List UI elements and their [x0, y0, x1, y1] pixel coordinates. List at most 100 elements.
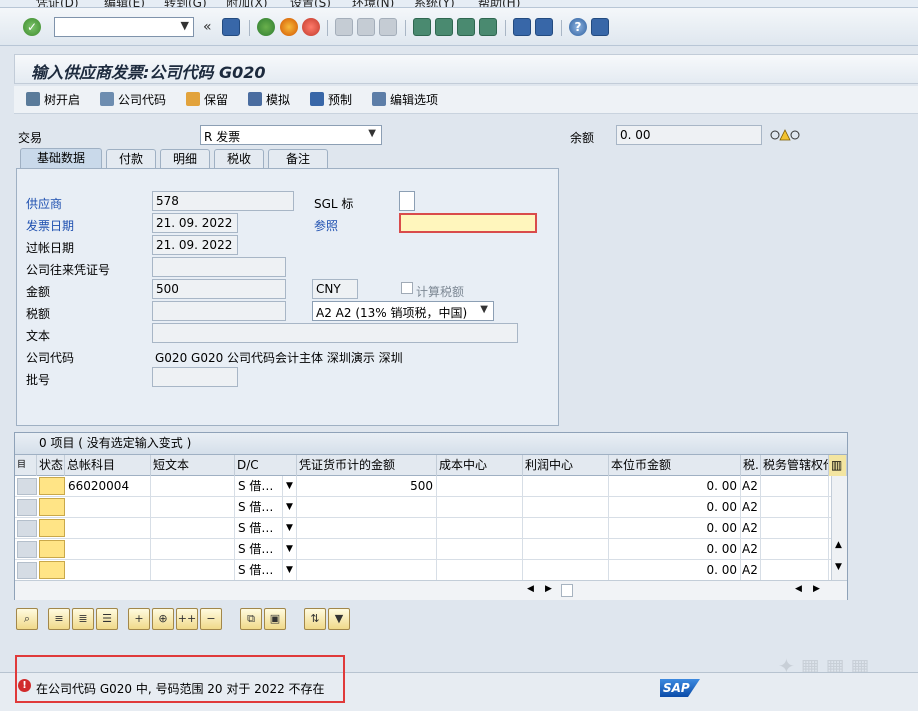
profit-center-cell[interactable]	[523, 476, 609, 497]
gl-account-cell[interactable]	[65, 518, 151, 539]
gl-account-cell[interactable]: 66020004	[65, 476, 151, 497]
batch-field[interactable]	[152, 367, 238, 387]
scroll-right-icon[interactable]: ▶	[813, 584, 820, 594]
dc-cell[interactable]: S 借…	[235, 560, 283, 581]
find-next-icon[interactable]	[379, 18, 397, 36]
insert-row-icon[interactable]: +	[128, 608, 150, 630]
short-text-cell[interactable]	[151, 476, 235, 497]
next-page-icon[interactable]	[457, 18, 475, 36]
status-cell[interactable]	[39, 519, 65, 537]
col-status[interactable]: 状态	[37, 455, 65, 476]
currency-field[interactable]: CNY	[312, 279, 358, 299]
row-selector[interactable]	[17, 478, 37, 495]
doc-amount-cell[interactable]	[297, 539, 437, 560]
help-icon[interactable]: ?	[569, 18, 587, 36]
cost-center-cell[interactable]	[437, 560, 523, 581]
sort-icon[interactable]: ⇅	[304, 608, 326, 630]
collapse-command-icon[interactable]: «	[203, 19, 212, 35]
row-selector[interactable]	[17, 562, 37, 579]
col-local-amount[interactable]: 本位币金额	[609, 455, 741, 476]
editing-options-button[interactable]: 编辑选项	[372, 91, 438, 109]
short-text-cell[interactable]	[151, 560, 235, 581]
status-cell[interactable]	[39, 540, 65, 558]
status-message[interactable]: 在公司代码 G020 中, 号码范围 20 对于 2022 不存在	[36, 680, 325, 697]
profit-center-cell[interactable]	[523, 539, 609, 560]
select-all-column[interactable]: 目	[15, 455, 37, 476]
reference-field[interactable]	[399, 213, 537, 233]
row-selector[interactable]	[17, 499, 37, 516]
calculate-tax-checkbox[interactable]	[401, 282, 413, 294]
dc-cell[interactable]: S 借…	[235, 539, 283, 560]
tax-cell[interactable]: A2	[741, 518, 761, 539]
dc-dropdown-icon[interactable]: ▼	[283, 539, 297, 560]
tax-cell[interactable]: A2	[741, 560, 761, 581]
menu-item-system[interactable]: 系统(Y)	[414, 0, 455, 7]
posting-date-field[interactable]: 21. 09. 2022	[152, 235, 238, 255]
filter-icon[interactable]: ▼	[328, 608, 350, 630]
profit-center-cell[interactable]	[523, 518, 609, 539]
row-selector[interactable]	[17, 520, 37, 537]
status-cell[interactable]	[39, 477, 65, 495]
profit-center-cell[interactable]	[523, 497, 609, 518]
first-page-icon[interactable]	[413, 18, 431, 36]
menu-item-edit[interactable]: 编辑(E)	[104, 0, 145, 7]
tax-field[interactable]	[152, 301, 286, 321]
cost-center-cell[interactable]	[437, 518, 523, 539]
tax-code-select[interactable]: A2 A2 (13% 销项税，中国) ▼	[312, 301, 494, 321]
details-icon[interactable]: ⌕	[16, 608, 38, 630]
park-button[interactable]: 预制	[310, 91, 352, 109]
cost-center-cell[interactable]	[437, 476, 523, 497]
status-cell[interactable]	[39, 561, 65, 579]
col-doc-amount[interactable]: 凭证货币计的金额	[297, 455, 437, 476]
last-page-icon[interactable]	[479, 18, 497, 36]
tab-tax[interactable]: 税收	[214, 149, 264, 169]
tax-jurisdiction-cell[interactable]	[761, 497, 829, 518]
tax-cell[interactable]: A2	[741, 476, 761, 497]
save-icon[interactable]	[222, 18, 240, 36]
transaction-select[interactable]: R 发票 ▼	[200, 125, 382, 145]
menu-item-environment[interactable]: 环境(N)	[352, 0, 394, 7]
simulate-button[interactable]: 模拟	[248, 91, 290, 109]
doc-amount-cell[interactable]	[297, 560, 437, 581]
select-all-icon[interactable]: ≡	[48, 608, 70, 630]
dc-dropdown-icon[interactable]: ▼	[283, 560, 297, 581]
append-row-icon[interactable]: ⊕	[152, 608, 174, 630]
menu-item-document[interactable]: 凭证(D)	[36, 0, 79, 7]
short-text-cell[interactable]	[151, 539, 235, 560]
menu-item-extras[interactable]: 附加(X)	[226, 0, 268, 7]
shortcut-icon[interactable]	[535, 18, 553, 36]
doc-amount-cell[interactable]: 500	[297, 476, 437, 497]
doc-amount-cell[interactable]	[297, 497, 437, 518]
hold-button[interactable]: 保留	[186, 91, 228, 109]
menu-item-goto[interactable]: 转到(G)	[164, 0, 207, 7]
tab-basic-data[interactable]: 基础数据	[20, 148, 102, 169]
previous-page-icon[interactable]	[435, 18, 453, 36]
local-amount-cell[interactable]: 0. 00	[609, 518, 741, 539]
paste-icon[interactable]: ▣	[264, 608, 286, 630]
scroll-left-icon[interactable]: ◀	[795, 584, 802, 594]
doc-amount-cell[interactable]	[297, 518, 437, 539]
command-field[interactable]: ▼	[54, 17, 194, 37]
dc-cell[interactable]: S 借…	[235, 497, 283, 518]
vertical-scrollbar[interactable]: ▲ ▼	[831, 476, 847, 580]
exit-icon[interactable]	[280, 18, 298, 36]
dc-cell[interactable]: S 借…	[235, 518, 283, 539]
local-amount-cell[interactable]: 0. 00	[609, 560, 741, 581]
menu-item-settings[interactable]: 设置(S)	[290, 0, 331, 7]
tax-jurisdiction-cell[interactable]	[761, 539, 829, 560]
short-text-cell[interactable]	[151, 518, 235, 539]
tab-notes[interactable]: 备注	[268, 149, 328, 169]
find-icon[interactable]	[357, 18, 375, 36]
copy-icon[interactable]: ⧉	[240, 608, 262, 630]
gl-account-cell[interactable]	[65, 497, 151, 518]
col-tax-jurisdiction[interactable]: 税务管辖权代码	[761, 455, 829, 476]
row-selector[interactable]	[17, 541, 37, 558]
vendor-field[interactable]: 578	[152, 191, 294, 211]
short-text-cell[interactable]	[151, 497, 235, 518]
company-code-button[interactable]: 公司代码	[100, 91, 166, 109]
col-cost-center[interactable]: 成本中心	[437, 455, 523, 476]
new-session-icon[interactable]	[513, 18, 531, 36]
gl-account-cell[interactable]	[65, 560, 151, 581]
scroll-thumb[interactable]	[561, 584, 573, 597]
cross-cc-doc-field[interactable]	[152, 257, 286, 277]
